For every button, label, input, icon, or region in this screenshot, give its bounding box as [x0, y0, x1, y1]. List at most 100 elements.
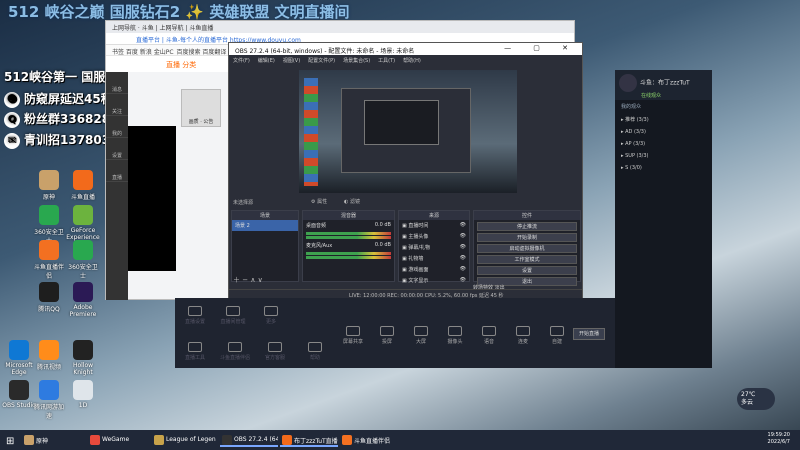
obs-menu-item[interactable]: 文件(F): [233, 58, 250, 64]
companion-menu-item[interactable]: 直播间管理: [215, 306, 251, 325]
taskbar-item[interactable]: 斗鱼直播伴侣: [340, 433, 404, 447]
obs-preview[interactable]: [299, 70, 517, 193]
sidebar-item[interactable]: 设置: [106, 138, 128, 160]
control-button[interactable]: 开始录制: [477, 233, 577, 242]
control-button[interactable]: 工作室模式: [477, 255, 577, 264]
control-button[interactable]: 启动虚拟摄像机: [477, 244, 577, 253]
companion-tool[interactable]: 摄像头: [437, 326, 473, 345]
stream-stage: [128, 126, 176, 271]
obs-menu-item[interactable]: 场景集合(S): [343, 58, 370, 64]
obs-title: OBS 27.2.4 (64-bit, windows) - 配置文件: 未命名…: [235, 48, 415, 55]
chat-subtitle: 在线观众: [641, 93, 662, 99]
audio-meter: [306, 232, 391, 235]
desktop-icon[interactable]: 原神: [32, 170, 66, 201]
desktop-icon[interactable]: Hollow Knight: [66, 340, 100, 376]
control-button[interactable]: 设置: [477, 266, 577, 275]
system-clock[interactable]: 19:59:20 2022/6/7: [768, 432, 790, 446]
desktop-icon[interactable]: 腾讯QQ: [32, 282, 66, 313]
tool-icon: [414, 326, 428, 336]
bottom-icon: [228, 342, 242, 352]
tool-icon: [482, 326, 496, 336]
source-item[interactable]: ▣ 直播时间 👁: [399, 220, 469, 231]
chat-group-item[interactable]: ▸ 推荐 (3/3): [615, 113, 712, 126]
obs-menu-item[interactable]: 配置文件(P): [308, 58, 335, 64]
companion-tool[interactable]: 投屏: [369, 326, 405, 345]
taskbar-app-icon: [24, 435, 34, 445]
visibility-icon[interactable]: 👁: [460, 266, 466, 272]
desktop-icon-label: Adobe Premiere: [69, 304, 97, 318]
window-controls[interactable]: — ▢ ✕: [504, 44, 578, 52]
desktop-icon[interactable]: 腾讯视频: [32, 340, 66, 371]
sidebar-item[interactable]: 我的: [106, 116, 128, 138]
sidebar-item[interactable]: 关注: [106, 94, 128, 116]
companion-bottom-item[interactable]: 官方客服: [257, 342, 293, 361]
desktop-icon[interactable]: OBS Studio: [2, 380, 36, 409]
obs-menu-item[interactable]: 视图(V): [283, 58, 300, 64]
start-live-button[interactable]: 开始直播: [573, 328, 605, 340]
sidebar-item[interactable]: 消息: [106, 72, 128, 94]
scene-item[interactable]: 场景 2: [232, 220, 298, 231]
desktop-icon-label: 斗鱼直播: [70, 194, 95, 201]
chat-group-item[interactable]: ▸ AP (3/3): [615, 138, 712, 150]
companion-bottom-item[interactable]: 帮助: [297, 342, 333, 361]
obs-menu-item[interactable]: 帮助(H): [403, 58, 421, 64]
companion-tool[interactable]: 屏幕共享: [335, 326, 371, 345]
volume-slider[interactable]: [306, 256, 391, 259]
source-item[interactable]: ▣ 礼物墙 👁: [399, 253, 469, 264]
desktop-icon-label: 斗鱼直播伴侣: [33, 264, 64, 280]
desktop-icon[interactable]: Microsoft Edge: [2, 340, 36, 376]
source-item[interactable]: ▣ 主播头像 👁: [399, 231, 469, 242]
desktop-icon[interactable]: 斗鱼直播: [66, 170, 100, 201]
companion-tool[interactable]: 大屏: [403, 326, 439, 345]
chat-group-item[interactable]: ▸ S (3/0): [615, 162, 712, 174]
companion-tool[interactable]: 连麦: [505, 326, 541, 345]
obs-window[interactable]: OBS 27.2.4 (64-bit, windows) - 配置文件: 未命名…: [228, 42, 583, 300]
source-item[interactable]: ▣ 弹幕/礼物 👁: [399, 242, 469, 253]
sidebar-item[interactable]: 直播: [106, 160, 128, 182]
visibility-icon[interactable]: 👁: [460, 255, 466, 261]
desktop-icon[interactable]: GeForce Experience: [66, 205, 100, 241]
companion-bottom-item[interactable]: 直播工具: [177, 342, 213, 361]
companion-tool[interactable]: 自建: [539, 326, 575, 345]
companion-menu-item[interactable]: 更多: [253, 306, 289, 325]
companion-menu-item[interactable]: 直播设置: [177, 306, 213, 325]
companion-tool[interactable]: 语音: [471, 326, 507, 345]
weather-widget[interactable]: 27℃ 多云: [737, 388, 775, 410]
taskbar-item[interactable]: WeGame: [88, 433, 148, 447]
preview-icon-strip: [304, 78, 318, 186]
source-item[interactable]: ▣ 游戏画面 👁: [399, 264, 469, 275]
chat-group-item[interactable]: ▸ AD (3/3): [615, 126, 712, 138]
app-icon: [73, 240, 93, 260]
chat-group-item[interactable]: ▸ SUP (3/3): [615, 150, 712, 162]
add-remove-icons[interactable]: ＋ − ∧ ∨: [233, 275, 263, 285]
visibility-icon[interactable]: 👁: [460, 233, 466, 239]
taskbar-item[interactable]: 布丁zzzTuT直播...: [280, 433, 338, 447]
filters-button[interactable]: ◐ 滤镜: [344, 198, 360, 205]
source-item[interactable]: ▣ 文字显示 👁: [399, 275, 469, 286]
desktop-icon[interactable]: 腾讯网游加速: [32, 380, 66, 420]
obs-menu-item[interactable]: 编辑(E): [258, 58, 275, 64]
desktop-icon[interactable]: 360安全卫士: [66, 240, 100, 280]
desktop-icon[interactable]: Adobe Premiere: [66, 282, 100, 318]
avatar[interactable]: [619, 74, 637, 92]
desktop-icon[interactable]: 360安全卫士: [32, 205, 66, 245]
visibility-icon[interactable]: 👁: [460, 244, 466, 250]
obs-menu-item[interactable]: 工具(T): [378, 58, 395, 64]
control-button[interactable]: 停止推流: [477, 222, 577, 231]
properties-button[interactable]: ⚙ 属性: [311, 198, 327, 205]
visibility-icon[interactable]: 👁: [460, 277, 466, 283]
taskbar-item[interactable]: 原神: [22, 433, 82, 447]
room-thumbnail[interactable]: 画质 · 公告: [181, 89, 221, 127]
visibility-icon[interactable]: 👁: [460, 222, 466, 228]
taskbar-item[interactable]: League of Legends: [152, 433, 216, 447]
desktop-icon[interactable]: 斗鱼直播伴侣: [32, 240, 66, 280]
companion-bottom-item[interactable]: 斗鱼直播伴侣: [217, 342, 253, 361]
desktop-icon[interactable]: 1D: [66, 380, 100, 409]
browser-tabbar[interactable]: 上网导航 · 斗鱼 | 上网导航 | 斗鱼直播: [106, 21, 574, 33]
controls-header: 控件: [474, 211, 580, 220]
chat-username: 斗鱼：布丁zzzTuT: [640, 79, 690, 87]
app-icon: [73, 205, 93, 225]
volume-slider[interactable]: [306, 236, 391, 239]
taskbar-item[interactable]: OBS 27.2.4 (64-bi...: [220, 433, 278, 447]
start-menu-icon[interactable]: ⊞: [3, 433, 17, 447]
